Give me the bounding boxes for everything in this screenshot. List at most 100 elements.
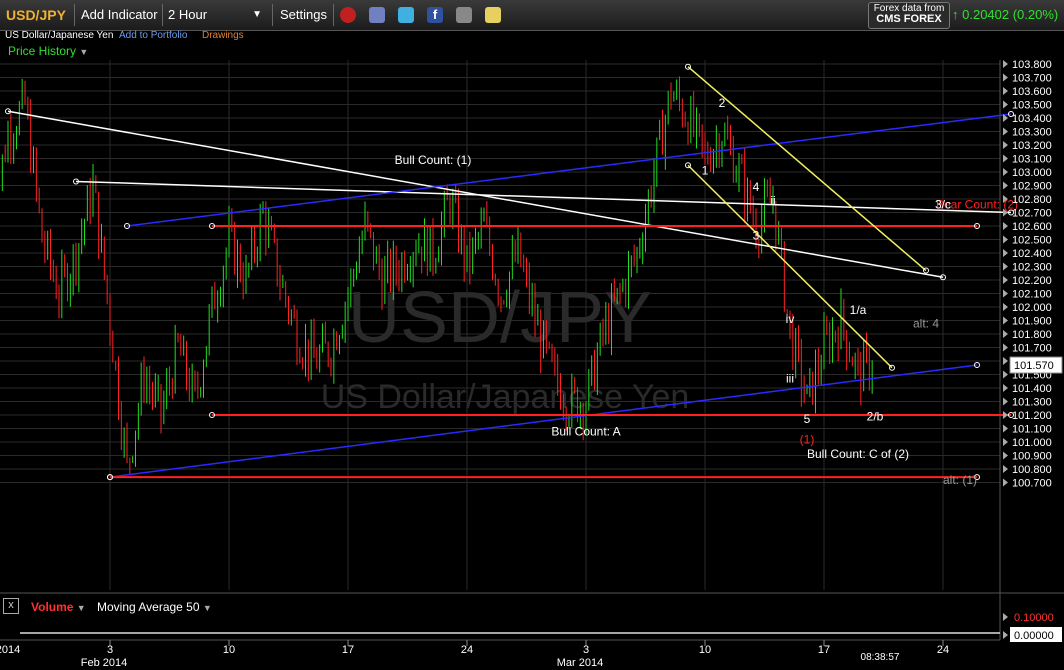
price-history-dropdown[interactable]: Price History ▼ [8,44,88,58]
volume-text: Volume [31,600,74,614]
y-tick-mark [1003,424,1008,433]
volume-tick-label: 0.10000 [1014,612,1054,624]
interval-dropdown[interactable]: 2 Hour ▼ [168,0,264,30]
y-tick-mark [1003,73,1008,82]
symbol-label[interactable]: USD/JPY [6,0,66,30]
y-tick-mark [1003,631,1008,639]
add-to-portfolio-link[interactable]: Add to Portfolio [119,30,187,41]
y-axis: 103.800 103.700103.600 103.500103.400 103.3… [1003,59,1063,642]
y-tick-mark [1003,141,1008,149]
annotation-label: 3/c [935,197,951,211]
y-tick-label: 102.400 [1012,248,1052,260]
y-tick-label: 103.800 [1012,59,1052,71]
y-tick-label: 102.100 [1012,289,1052,301]
y-tick-mark [1003,249,1008,257]
last-price-label: 101.570 [1014,360,1054,372]
y-tick-mark [1003,384,1008,392]
y-tick-mark [1003,127,1008,136]
y-tick-label: 101.800 [1012,329,1052,341]
price-history-label: Price History [8,44,77,58]
x-tick-label: 2014 [0,644,20,656]
annotation-label: iv [786,312,795,326]
cube-icon[interactable] [369,7,385,23]
annotation-label: 1 [702,164,709,178]
watermark-name: US Dollar/Japanese Yen [321,378,690,416]
trendline-white [75,180,1012,214]
alarm-clock-icon[interactable] [340,7,356,23]
y-tick-mark [1003,222,1008,230]
binoculars-icon[interactable] [456,7,472,23]
annotation-label: ii [770,193,775,207]
separator [74,4,75,26]
y-tick-mark [1003,303,1008,311]
chevron-down-icon: ▼ [76,603,86,613]
separator [272,4,273,26]
volume-tick-label: 0.00000 [1014,630,1054,642]
provider-badge[interactable]: Forex data from CMS FOREX [868,2,950,29]
y-tick-mark [1003,316,1008,325]
y-tick-mark [1003,411,1008,419]
y-tick-mark [1003,330,1008,338]
y-tick-label: 100.700 [1012,478,1052,490]
x-tick-label: 24 [937,644,949,656]
x-tick-label: 3 [583,644,589,656]
y-tick-label: 102.000 [1012,302,1052,314]
y-tick-label: 103.200 [1012,140,1052,152]
annotation-label: iii [786,372,794,386]
price-change: ↑ 0.20402 (0.20%) [952,0,1058,30]
y-tick-mark [1003,289,1008,298]
y-tick-mark [1003,357,1008,365]
close-panel-button[interactable]: x [3,598,19,614]
annotation-label: alt: (1) [943,473,977,487]
y-tick-mark [1003,370,1008,379]
y-tick-label: 103.700 [1012,73,1052,85]
twitter-icon[interactable] [398,7,414,23]
moving-average-text: Moving Average 50 [97,600,200,614]
y-tick-mark [1003,397,1008,406]
y-tick-label: 101.000 [1012,437,1052,449]
note-icon[interactable] [485,7,501,23]
y-tick-mark [1003,168,1008,176]
annotation-label: 5 [804,412,811,426]
y-tick-mark [1003,451,1008,460]
y-tick-mark [1003,154,1008,163]
add-indicator-button[interactable]: Add Indicator [81,0,158,30]
y-tick-mark [1003,465,1008,473]
annotation-label: Bull Count: A [551,424,620,438]
provider-line2: CMS FOREX [876,13,942,25]
x-tick-label: 3 [107,644,113,656]
annotation-label: Bull Count: (1) [395,153,472,167]
y-tick-label: 101.200 [1012,410,1052,422]
interval-value: 2 Hour [168,7,208,22]
annotation-label: 2 [719,96,726,110]
y-tick-label: 102.700 [1012,208,1052,220]
y-tick-label: 101.100 [1012,424,1052,436]
y-tick-mark [1003,235,1008,244]
annotation-label: 2/b [867,409,884,423]
moving-average-label[interactable]: Moving Average 50 ▼ [97,600,212,614]
y-tick-mark [1003,343,1008,352]
x-axis: 2014 3 10 17 24 3 10 17 24 Feb 2014 Mar 2014 08:38:… [0,640,949,669]
y-tick-label: 102.500 [1012,235,1052,247]
separator [333,4,334,26]
instrument-name: US Dollar/Japanese Yen [5,30,114,41]
x-tick-label: 17 [818,644,830,656]
volume-label[interactable]: Volume ▼ [31,600,86,614]
y-tick-label: 100.900 [1012,451,1052,463]
chevron-down-icon: ▼ [79,47,89,57]
y-tick-label: 101.700 [1012,343,1052,355]
y-tick-mark [1003,100,1008,109]
trendline-blue [126,113,1012,227]
subbar: US Dollar/Japanese Yen Add to Portfolio … [0,30,1064,43]
settings-button[interactable]: Settings [280,0,327,30]
price-chart[interactable]: USD/JPY US Dollar/Japanese Yen Bull Coun… [0,0,1064,670]
annotation-label: 1/a [850,303,867,317]
annotation-label: (1) [800,432,815,446]
drawings-link[interactable]: Drawings [202,30,244,41]
price-change-value: 0.20402 (0.20%) [962,7,1059,22]
x-tick-label: 17 [342,644,354,656]
x-tick-label: 10 [223,644,235,656]
annotation-label: Bull Count: C of (2) [807,447,909,461]
facebook-icon[interactable]: f [427,7,443,23]
separator [162,4,163,26]
